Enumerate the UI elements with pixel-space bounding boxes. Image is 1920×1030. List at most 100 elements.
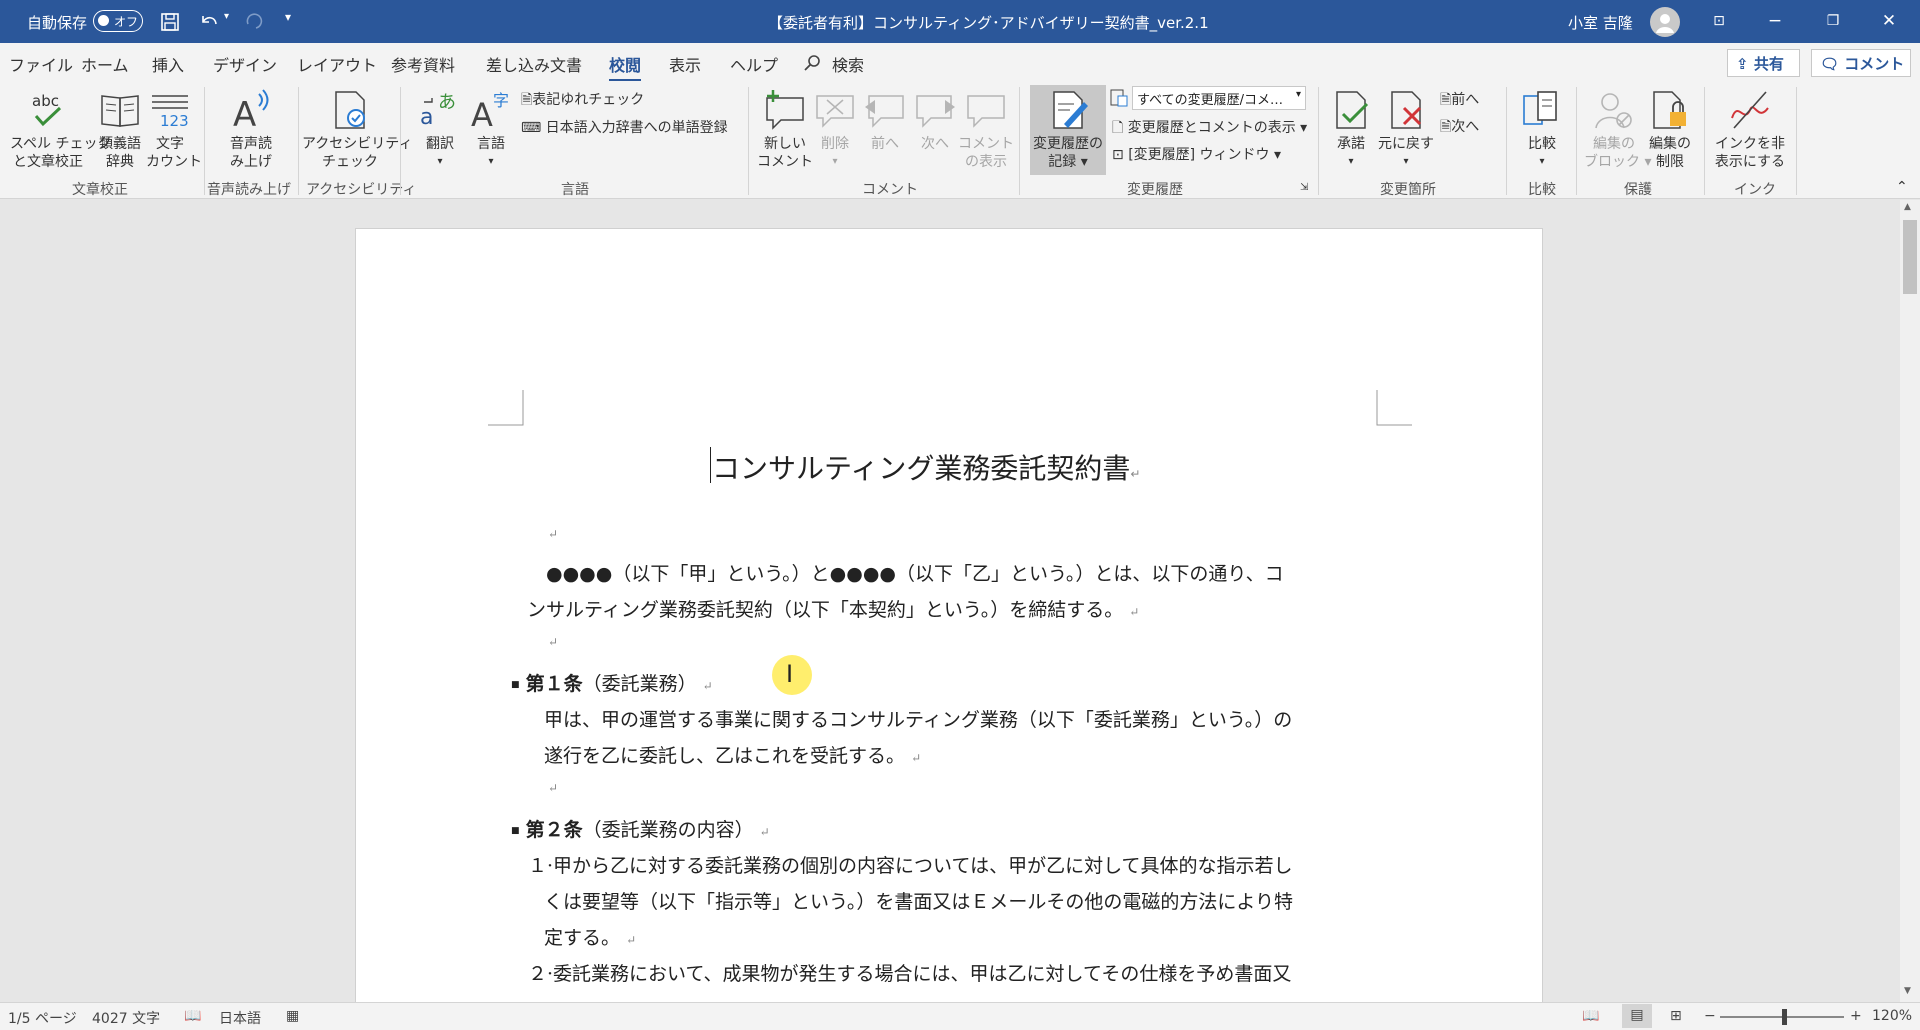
scroll-thumb[interactable] bbox=[1903, 220, 1917, 294]
svg-text:123: 123 bbox=[160, 112, 189, 130]
tracking-dialog-launcher-icon[interactable]: ⇲ bbox=[1300, 182, 1308, 193]
share-button[interactable]: ⇪ 共有 bbox=[1727, 49, 1800, 77]
previous-comment-button[interactable]: 前へ bbox=[862, 88, 908, 153]
customize-toolbar-icon[interactable]: ▾ bbox=[285, 10, 291, 24]
translate-button[interactable]: aあ 翻訳 ▾ bbox=[414, 88, 466, 171]
tab-view[interactable]: 表示 bbox=[669, 52, 701, 76]
article-2-item1-line3: 定する。 ↵ bbox=[544, 927, 637, 949]
search-icon[interactable] bbox=[803, 54, 821, 72]
read-mode-icon[interactable]: 📖 bbox=[1582, 1008, 1599, 1024]
close-icon[interactable]: ✕ bbox=[1866, 0, 1912, 43]
avatar[interactable] bbox=[1650, 7, 1680, 37]
scroll-up-icon[interactable]: ▲ bbox=[1904, 202, 1911, 212]
document-page[interactable]: コンサルティング業務委託契約書↵ ↵ ●●●●（以下「甲」という。）と●●●●（… bbox=[355, 228, 1543, 1002]
hide-ink-button[interactable]: インクを非 表示にする bbox=[1712, 88, 1788, 171]
svg-text:abc: abc bbox=[32, 92, 59, 110]
thesaurus-icon bbox=[101, 95, 139, 127]
tab-file[interactable]: ファイル bbox=[9, 52, 73, 76]
reject-button[interactable]: 元に戻す ▾ bbox=[1378, 88, 1434, 171]
track-changes-button[interactable]: 変更履歴の 記録 ▾ bbox=[1030, 85, 1106, 175]
undo-icon[interactable] bbox=[198, 12, 220, 32]
search-label[interactable]: 検索 bbox=[832, 52, 864, 76]
svg-text:A: A bbox=[233, 95, 256, 132]
next-comment-icon bbox=[916, 95, 955, 128]
markup-display-dropdown[interactable]: すべての変更履歴/コメ… ▾ bbox=[1132, 86, 1306, 110]
next-comment-button[interactable]: 次へ bbox=[912, 88, 958, 153]
tab-mailings[interactable]: 差し込み文書 bbox=[486, 52, 582, 76]
article-2-item1-line2: くは要望等（以下「指示等」という。）を書面又はＥメールその他の電磁的方法により特 bbox=[544, 891, 1293, 913]
next-change-icon: 🗎 bbox=[1440, 119, 1452, 135]
document-title: コンサルティング業務委託契約書↵ bbox=[712, 452, 1141, 485]
article-2-heading: ■ 第２条（委託業務の内容） ↵ bbox=[511, 819, 770, 841]
collapse-ribbon-icon[interactable]: ⌃ bbox=[1896, 179, 1908, 195]
user-name[interactable]: 小室 吉隆 bbox=[1568, 12, 1633, 33]
check-accessibility-button[interactable]: アクセシビリティ チェック bbox=[302, 88, 412, 171]
ribbon-tabs: ファイル ホーム 挿入 デザイン レイアウト 参考資料 差し込み文書 校閲 表示… bbox=[0, 43, 1920, 82]
tab-layout[interactable]: レイアウト bbox=[297, 52, 377, 76]
new-comment-button[interactable]: 新しい コメント bbox=[754, 88, 816, 171]
tab-home[interactable]: ホーム bbox=[81, 52, 129, 76]
block-authors-button[interactable]: 編集の ブロック ▾ bbox=[1584, 88, 1651, 171]
reviewing-pane-button[interactable]: ⊡ [変更履歴] ウィンドウ ▾ bbox=[1112, 144, 1281, 164]
accept-button[interactable]: 承諾 ▾ bbox=[1328, 88, 1374, 171]
autosave-toggle[interactable]: オフ bbox=[93, 10, 143, 32]
proofing-status-icon[interactable]: 📖 bbox=[184, 1008, 201, 1024]
show-markup-button[interactable]: 🗋 変更履歴とコメントの表示 ▾ bbox=[1112, 117, 1307, 141]
spelling-grammar-button[interactable]: abc スペル チェック と文章校正 bbox=[10, 88, 111, 171]
reject-change-icon bbox=[1391, 91, 1422, 129]
document-area[interactable]: コンサルティング業務委託契約書↵ ↵ ●●●●（以下「甲」という。）と●●●●（… bbox=[0, 200, 1900, 1002]
web-layout-icon[interactable]: ⊞ bbox=[1670, 1008, 1682, 1024]
print-layout-icon[interactable]: ▤ bbox=[1622, 1004, 1652, 1028]
zoom-level[interactable]: 120% bbox=[1872, 1008, 1912, 1024]
title-bar: 自動保存 オフ ▾ ▾ 【委託者有利】コンサルティング･アドバイザリー契約書_v… bbox=[0, 0, 1920, 43]
ime-dictionary-button[interactable]: ⌨ 日本語入力辞書への単語登録 bbox=[521, 117, 728, 137]
group-protect: 保護 bbox=[1624, 182, 1652, 198]
macro-icon[interactable]: ▦ bbox=[286, 1008, 299, 1024]
tab-design[interactable]: デザイン bbox=[213, 52, 277, 76]
undo-dropdown-icon[interactable]: ▾ bbox=[224, 11, 229, 22]
group-proofing: 文章校正 bbox=[72, 182, 128, 198]
spelling-variation-check-button[interactable]: 🗎表記ゆれチェック bbox=[521, 89, 644, 113]
read-aloud-button[interactable]: A 音声読 み上げ bbox=[214, 88, 288, 171]
tab-help[interactable]: ヘルプ bbox=[730, 52, 778, 76]
language-button[interactable]: A字 言語 ▾ bbox=[466, 88, 516, 171]
redo-icon[interactable] bbox=[242, 12, 264, 32]
page-count[interactable]: 1/5 ページ bbox=[8, 1008, 77, 1028]
accept-change-icon bbox=[1336, 91, 1369, 129]
zoom-in-icon[interactable]: + bbox=[1850, 1008, 1862, 1024]
comments-button[interactable]: 🗨 コメント bbox=[1811, 49, 1911, 77]
word-count[interactable]: 4027 文字 bbox=[92, 1008, 160, 1028]
show-markup-icon: 🗋 bbox=[1112, 120, 1128, 136]
restrict-editing-icon bbox=[1653, 91, 1686, 129]
zoom-out-icon[interactable]: − bbox=[1704, 1008, 1716, 1024]
block-authors-icon bbox=[1595, 93, 1632, 129]
scroll-down-icon[interactable]: ▼ bbox=[1904, 986, 1911, 996]
tab-review[interactable]: 校閲 bbox=[609, 52, 642, 82]
previous-change-button[interactable]: 🗎前へ bbox=[1440, 89, 1479, 113]
compare-button[interactable]: 比較 ▾ bbox=[1518, 88, 1566, 171]
autosave-label: 自動保存 bbox=[27, 14, 88, 32]
word-count-button[interactable]: 123 文字 カウント bbox=[146, 88, 202, 171]
chevron-down-icon: ▾ bbox=[1295, 89, 1301, 100]
ribbon-display-options-icon[interactable]: ⊡ bbox=[1696, 0, 1742, 43]
svg-text:字: 字 bbox=[493, 91, 509, 110]
language-status[interactable]: 日本語 bbox=[219, 1008, 261, 1028]
save-icon[interactable] bbox=[160, 12, 180, 32]
tab-references[interactable]: 参考資料 bbox=[391, 52, 455, 76]
article-2-item1-line1: １·甲から乙に対する委託業務の個別の内容については、甲が乙に対して具体的な指示若… bbox=[528, 855, 1293, 877]
zoom-slider-thumb[interactable] bbox=[1782, 1009, 1787, 1025]
restrict-editing-button[interactable]: 編集の 制限 bbox=[1644, 88, 1696, 171]
vertical-scrollbar[interactable]: ▲ ▼ bbox=[1900, 200, 1920, 1002]
thesaurus-button[interactable]: 類義語 辞典 bbox=[94, 88, 146, 171]
language-icon: A字 bbox=[471, 91, 509, 132]
next-change-button[interactable]: 🗎次へ bbox=[1440, 116, 1479, 140]
restore-icon[interactable]: ❐ bbox=[1810, 0, 1856, 43]
tab-insert[interactable]: 挿入 bbox=[152, 52, 184, 76]
article-2-item2-line1: ２·委託業務において、成果物が発生する場合には、甲は乙に対してその仕様を予め書面… bbox=[528, 963, 1292, 985]
delete-comment-button[interactable]: 削除 ▾ bbox=[812, 88, 858, 171]
intro-paragraph-line2: ンサルティング業務委託契約（以下「本契約」という。）を締結する。 ↵ bbox=[527, 599, 1140, 621]
show-comments-button[interactable]: コメント の表示 bbox=[958, 88, 1014, 171]
minimize-icon[interactable]: − bbox=[1752, 0, 1798, 43]
text-cursor bbox=[710, 447, 711, 483]
compare-icon bbox=[1523, 91, 1557, 125]
